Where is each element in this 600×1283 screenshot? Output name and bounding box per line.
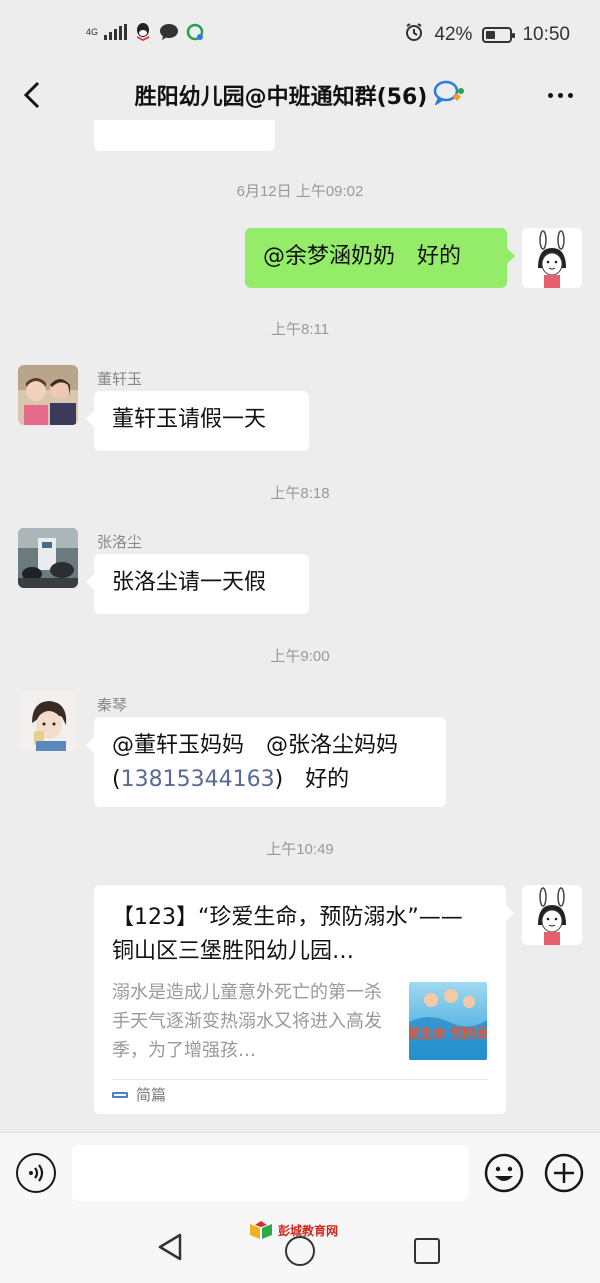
message-text-line2: (13815344163) 好的 <box>112 763 428 797</box>
group-name: 胜阳幼儿园@中班通知群(56) <box>134 85 428 110</box>
member-avatar[interactable] <box>18 691 78 751</box>
chat-header: 胜阳幼儿园@中班通知群(56) <box>0 70 600 120</box>
smiley-icon <box>484 1153 524 1193</box>
system-home-button[interactable] <box>285 1236 315 1266</box>
source-name: 简篇 <box>136 1086 167 1104</box>
sender-name: 张洛尘 <box>97 533 143 551</box>
system-back-button[interactable] <box>156 1232 184 1266</box>
message-text: 张洛尘请一天假 <box>112 570 267 595</box>
sender-name: 董轩玉 <box>97 370 143 388</box>
thumbnail-caption: 珍爱生命 预防溺水 <box>409 1026 487 1042</box>
watermark-text: 彭城教育网 <box>278 1223 339 1238</box>
more-functions-button[interactable] <box>544 1153 584 1193</box>
system-recents-button[interactable] <box>414 1238 440 1264</box>
timestamp: 上午8:11 <box>270 321 330 338</box>
message-tail-text: 好的 <box>283 767 350 792</box>
system-navigation-bar: 彭城教育网 <box>0 1204 600 1283</box>
enterprise-group-icon <box>433 79 465 111</box>
incoming-message-bubble[interactable]: 董轩玉请假一天 <box>86 391 309 451</box>
more-options-button[interactable] <box>542 80 578 110</box>
incoming-message-bubble[interactable]: @董轩玉妈妈 @张洛尘妈妈 (13815344163) 好的 <box>86 717 446 807</box>
voice-icon <box>29 1164 44 1182</box>
battery-icon <box>482 27 516 43</box>
watermark-logo-icon <box>250 1221 272 1239</box>
message-text: @余梦涵奶奶 好的 <box>263 244 462 269</box>
outgoing-message-bubble[interactable]: @余梦涵奶奶 好的 <box>245 228 515 288</box>
member-avatar[interactable] <box>18 528 78 588</box>
message-text: 董轩玉请假一天 <box>112 407 267 432</box>
timestamp: 上午8:18 <box>270 485 330 502</box>
previous-message-bubble[interactable] <box>94 120 275 151</box>
network-type-label: 4G <box>86 26 99 37</box>
clock-time: 10:50 <box>522 24 570 45</box>
app-notification-icon <box>185 22 205 42</box>
emoji-button[interactable] <box>484 1153 524 1193</box>
member-avatar[interactable] <box>18 365 78 425</box>
my-avatar[interactable] <box>522 885 582 945</box>
input-bar <box>0 1132 600 1204</box>
paren-close: ) <box>274 767 284 792</box>
article-description: 溺水是造成儿童意外死亡的第一杀手天气逐渐变热溺水又将进入高发季，为了增强孩… <box>112 982 382 1061</box>
my-avatar[interactable] <box>522 228 582 288</box>
triangle-back-icon <box>158 1233 182 1261</box>
message-icon <box>159 22 179 42</box>
timestamp: 6月12日 上午09:02 <box>236 183 364 200</box>
timestamp: 上午10:49 <box>266 841 334 858</box>
battery-percent: 42% <box>434 24 473 45</box>
chat-title: 胜阳幼儿园@中班通知群(56) <box>0 79 600 111</box>
message-input[interactable] <box>72 1145 468 1201</box>
divider <box>112 1079 488 1080</box>
timestamp: 上午9:00 <box>270 648 330 665</box>
plus-icon <box>544 1153 584 1193</box>
voice-input-button[interactable] <box>16 1153 56 1193</box>
alarm-icon <box>404 22 424 48</box>
qq-icon <box>133 22 153 42</box>
incoming-message-bubble[interactable]: 张洛尘请一天假 <box>86 554 309 614</box>
paren-open: ( <box>112 767 121 792</box>
status-bar: 4G 42% 10:50 <box>0 0 600 70</box>
sender-name: 秦琴 <box>97 696 128 714</box>
shared-article-card[interactable]: 【123】“珍爱生命，预防溺水”——铜山区三堡胜阳幼儿园… 溺水是造成儿童意外死… <box>94 885 514 1114</box>
signal-icon <box>104 24 127 40</box>
message-list[interactable]: 6月12日 上午09:02 @余梦涵奶奶 好的 上午8:11 董轩玉 董轩玉请假… <box>0 120 600 1132</box>
status-left-icons: 4G <box>86 22 205 42</box>
status-right-info: 42% 10:50 <box>404 22 570 48</box>
article-title: 【123】“珍爱生命，预防溺水”——铜山区三堡胜阳幼儿园… <box>112 905 463 964</box>
message-text-line1: @董轩玉妈妈 @张洛尘妈妈 <box>112 733 399 758</box>
article-thumbnail: 珍爱生命 预防溺水 <box>409 982 487 1060</box>
source-app-icon <box>112 1086 128 1104</box>
article-source: 简篇 <box>112 1084 166 1105</box>
phone-number-link[interactable]: 13815344163 <box>121 767 275 792</box>
